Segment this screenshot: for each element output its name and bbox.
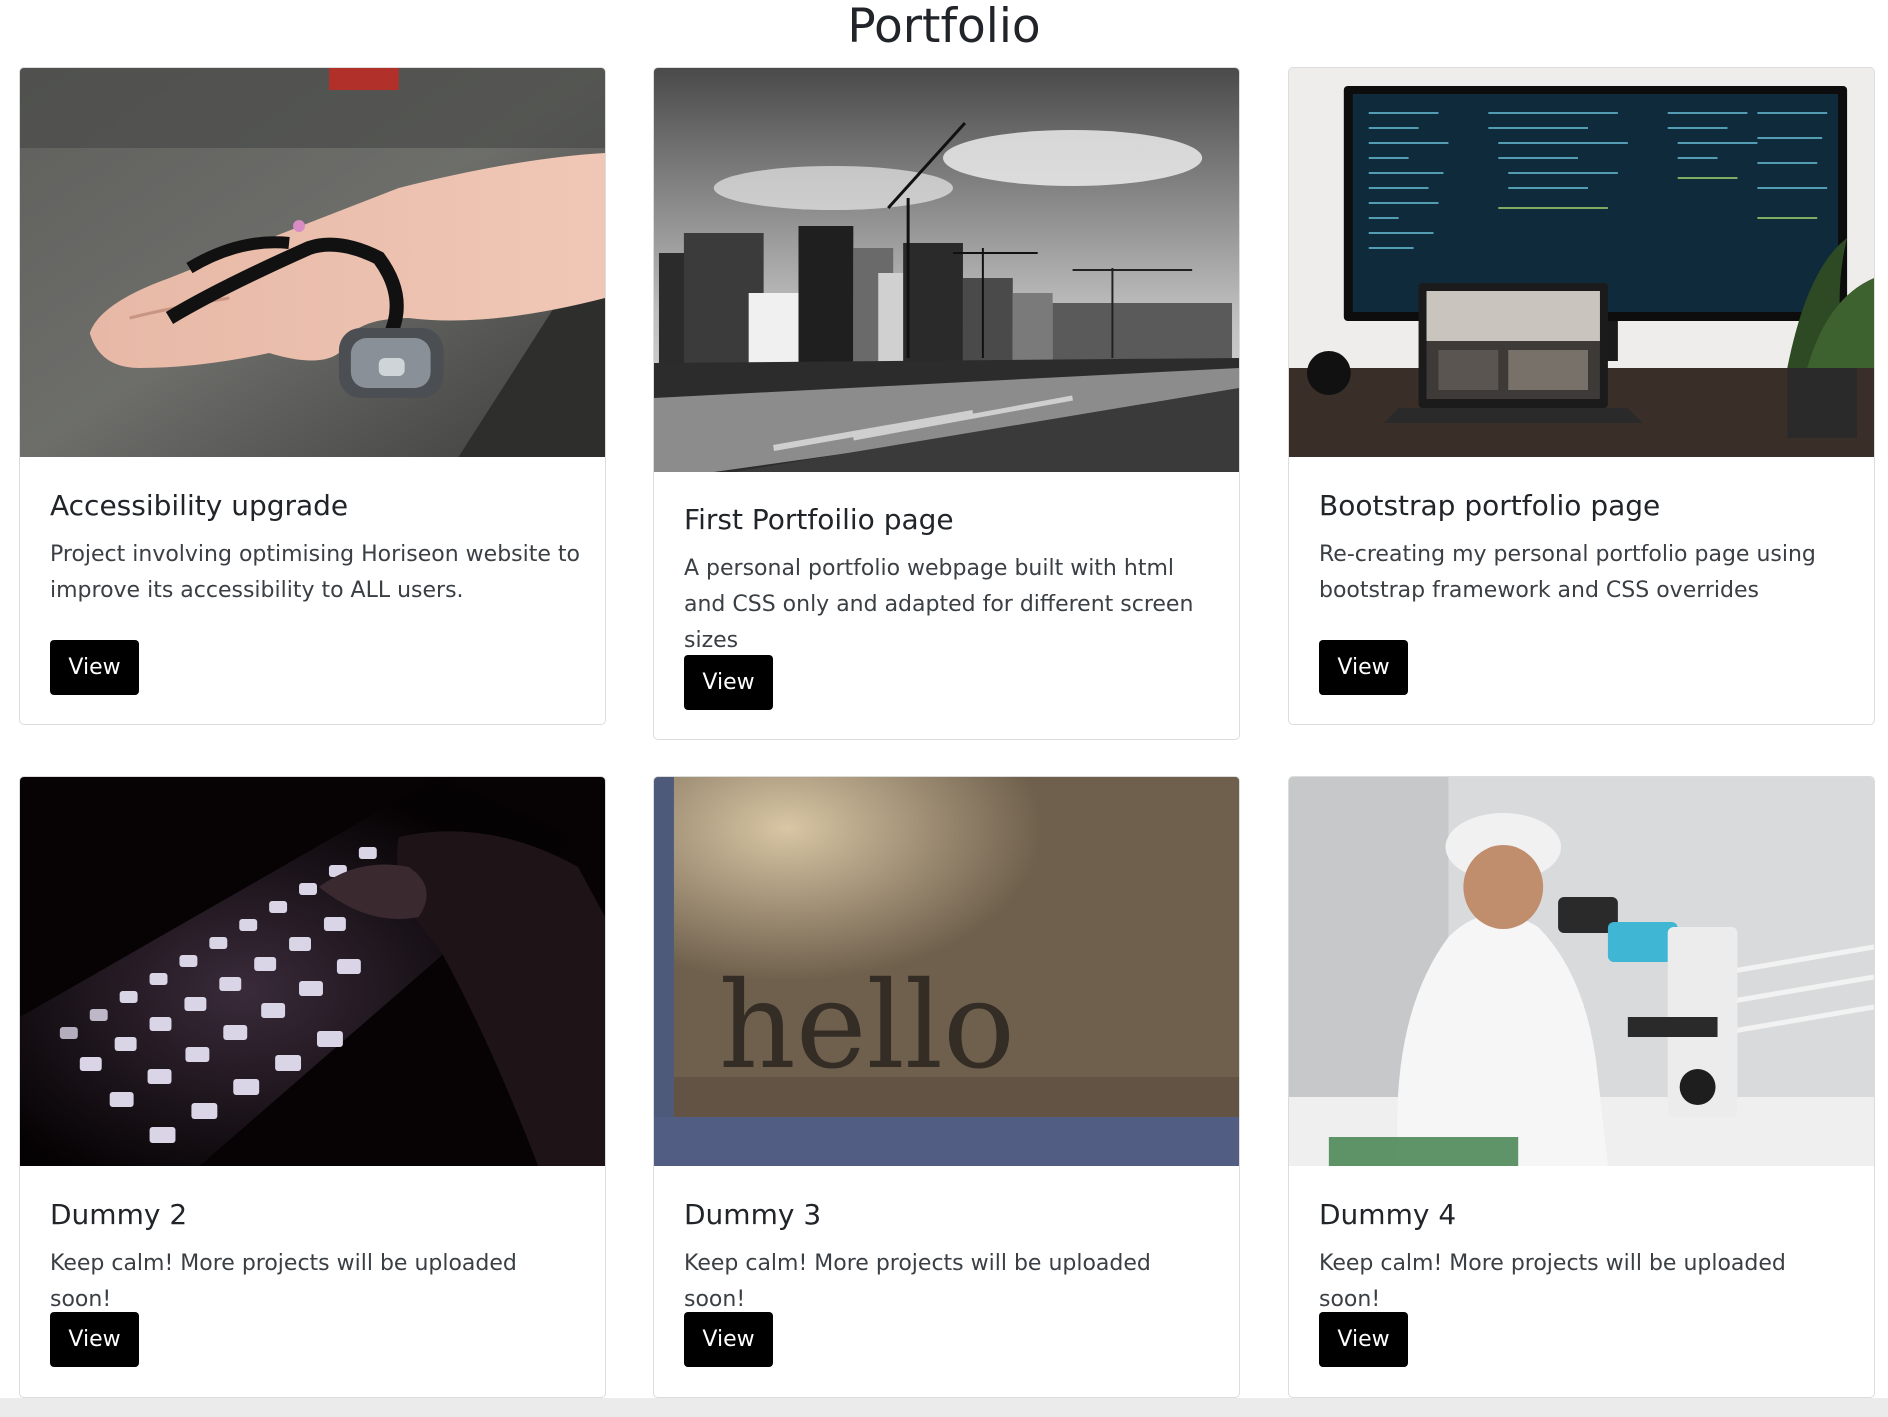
view-button-dummy-3[interactable]: View (684, 1312, 773, 1367)
card-text: Keep calm! More projects will be uploade… (1319, 1251, 1786, 1312)
view-button-bootstrap[interactable]: View (1319, 640, 1408, 695)
portfolio-card-first-portfolio: First Portfoilio page A personal portfol… (653, 67, 1240, 740)
view-button-first-portfolio[interactable]: View (684, 655, 773, 710)
card-title: Accessibility upgrade (50, 489, 349, 522)
portfolio-card-dummy-3: hello Dummy 3 Keep calm! More projects w… (653, 776, 1240, 1398)
card-image-backlit-keyboard (20, 777, 605, 1166)
view-button-dummy-2[interactable]: View (50, 1312, 139, 1367)
portfolio-card-accessibility: Accessibility upgrade Project involving … (19, 67, 606, 725)
card-title: Dummy 4 (1319, 1198, 1457, 1231)
card-image-hello-doormat: hello (654, 777, 1239, 1166)
card-image-city-construction (654, 68, 1239, 472)
card-image-hand-wearable (20, 68, 605, 457)
card-text: Keep calm! More projects will be uploade… (684, 1251, 1151, 1312)
view-button-dummy-4[interactable]: View (1319, 1312, 1408, 1367)
card-title: Bootstrap portfolio page (1319, 489, 1661, 522)
card-text: A personal portfolio webpage built with … (684, 556, 1194, 653)
portfolio-card-bootstrap: Bootstrap portfolio page Re-creating my … (1288, 67, 1875, 725)
view-button-accessibility[interactable]: View (50, 640, 139, 695)
card-title: Dummy 2 (50, 1198, 188, 1231)
card-image-scientist-microscope (1289, 777, 1874, 1166)
footer-strip (0, 1398, 1888, 1417)
card-title: Dummy 3 (684, 1198, 822, 1231)
page-title: Portfolio (847, 0, 1041, 54)
portfolio-card-dummy-2: Dummy 2 Keep calm! More projects will be… (19, 776, 606, 1398)
portfolio-card-dummy-4: Dummy 4 Keep calm! More projects will be… (1288, 776, 1875, 1398)
card-title: First Portfoilio page (684, 503, 954, 536)
card-image-monitor-code (1289, 68, 1874, 457)
card-text: Project involving optimising Horiseon we… (50, 542, 580, 603)
card-text: Keep calm! More projects will be uploade… (50, 1251, 517, 1312)
doormat-text: hello (719, 957, 1015, 1096)
card-text: Re-creating my personal portfolio page u… (1319, 542, 1816, 603)
